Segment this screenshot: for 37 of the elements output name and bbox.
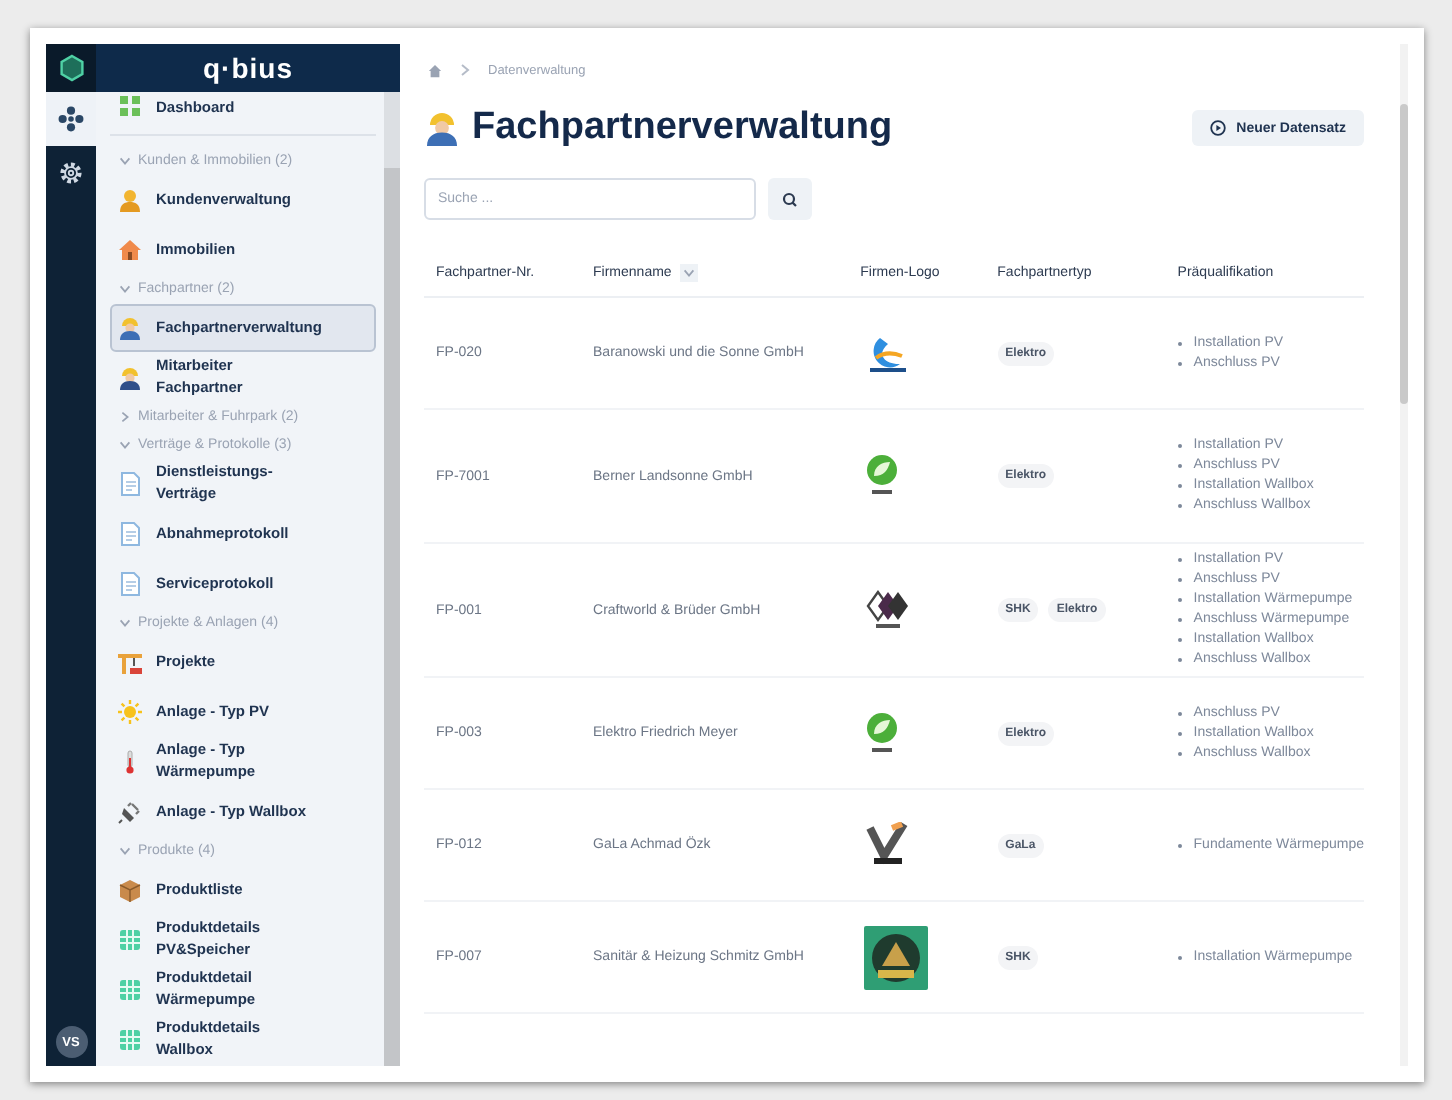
table-icon: [118, 927, 142, 952]
page-title: Fachpartnerverwaltung: [472, 106, 893, 150]
chevron-icon: [118, 844, 132, 859]
plug-icon: [118, 799, 142, 824]
brand-logo: q·bius: [96, 44, 400, 92]
crane-icon: [118, 649, 142, 674]
hexagon-logo-icon: [57, 54, 85, 82]
chevron-icon: [118, 154, 132, 169]
leaf-icon: [864, 711, 901, 755]
leaf-icon: [864, 454, 901, 498]
table-icon: [118, 1027, 142, 1052]
chevron-icon: [118, 616, 132, 631]
chevron-icon: [460, 64, 470, 76]
document-icon: [118, 471, 142, 496]
table-icon: [118, 977, 142, 1002]
diamond-icon: [864, 588, 913, 632]
worker-icon: [118, 365, 142, 390]
document-icon: [118, 521, 142, 546]
scrollbar-thumb[interactable]: [1400, 104, 1408, 404]
search-icon: [782, 191, 798, 207]
settings-icon: [58, 160, 84, 186]
person-icon: [118, 187, 142, 212]
worker-icon: [118, 315, 142, 340]
sun-icon: [118, 699, 142, 724]
grid-icon: [118, 94, 142, 118]
network-icon: [58, 106, 84, 132]
search-button[interactable]: [768, 178, 812, 220]
chevron-icon: [118, 282, 132, 297]
scrollbar-thumb[interactable]: [384, 168, 400, 1066]
check-mark-icon: [864, 821, 913, 869]
house-icon: [118, 237, 142, 262]
worker-icon: [424, 110, 460, 146]
document-icon: [118, 571, 142, 596]
emblem-icon: [864, 925, 929, 989]
sort-chevron-icon: [681, 265, 696, 279]
play-circle-icon: [1210, 120, 1227, 136]
box-icon: [118, 877, 142, 902]
